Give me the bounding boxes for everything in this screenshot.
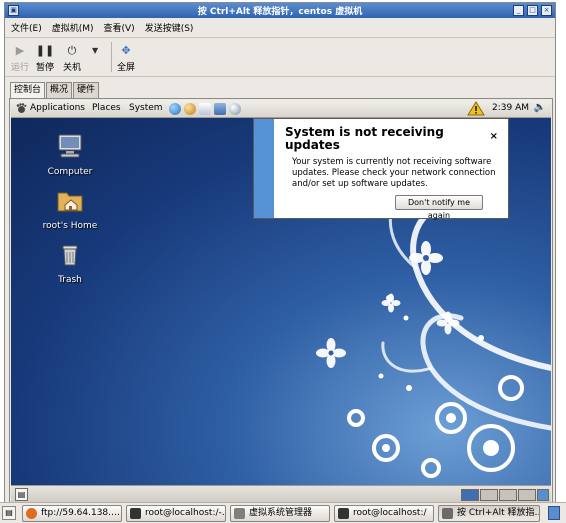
desktop-icon-label: root's Home — [42, 221, 98, 231]
view-tabs: 控制台 概况 硬件 — [10, 82, 100, 98]
toolbar-separator — [111, 42, 112, 72]
console-frame: Applications Places System 2:39 AM 🔈 Com… — [9, 98, 553, 504]
desktop-icon-computer[interactable]: Computer — [35, 132, 105, 177]
computer-icon — [58, 134, 82, 158]
pause-icon: ❚❚ — [35, 44, 55, 57]
menu-file[interactable]: 文件(E) — [11, 21, 42, 34]
close-button[interactable]: × — [541, 5, 552, 16]
firefox-icon — [26, 508, 37, 519]
trash-icon — [62, 245, 78, 266]
workspace-2[interactable] — [480, 489, 498, 501]
notification-title: System is not receiving updates — [285, 125, 444, 152]
virt-manager-icon — [234, 508, 245, 519]
home-folder-icon — [57, 192, 83, 212]
vm-window: ▣ 按 Ctrl+Alt 释放指针，centos 虚拟机 _ □ × 文件(E)… — [4, 2, 556, 520]
guest-desktop[interactable]: Computer root's Home Trash System is not… — [11, 118, 551, 485]
shutdown-button[interactable]: ⏻ 关机 — [59, 42, 85, 73]
workspace-3[interactable] — [499, 489, 517, 501]
desktop-icon-label: Computer — [47, 167, 93, 177]
tab-console[interactable]: 控制台 — [10, 82, 46, 98]
guest-bottom-panel: ▤ — [11, 485, 551, 503]
tab-hardware[interactable]: 硬件 — [73, 82, 100, 98]
desktop-icon-home[interactable]: root's Home — [35, 186, 105, 231]
terminal-icon — [338, 508, 349, 519]
shutdown-dropdown-icon[interactable]: ▼ — [92, 46, 98, 55]
toolbar: ▶ 运行 ❚❚ 暂停 ⏻ 关机 ▼ ✥ 全屏 — [5, 37, 555, 77]
update-warning-icon[interactable] — [467, 101, 485, 116]
dont-notify-button[interactable]: Don't notify me again — [395, 195, 483, 220]
vm-console-icon — [442, 508, 453, 519]
menu-bar: 文件(E) 虚拟机(M) 查看(V) 发送按键(S) — [5, 19, 555, 35]
window-title: 按 Ctrl+Alt 释放指针，centos 虚拟机 — [197, 7, 363, 17]
fullscreen-button[interactable]: ✥ 全屏 — [113, 42, 139, 73]
notification-close-button[interactable]: × — [490, 131, 498, 142]
menu-vm[interactable]: 虚拟机(M) — [52, 21, 94, 34]
taskbar-item-virt-manager[interactable]: 虚拟系统管理器 — [230, 505, 330, 522]
update-notification: System is not receiving updates × Your s… — [253, 118, 509, 220]
minimize-button[interactable]: _ — [513, 5, 524, 16]
host-taskbar: ▤ ftp://59.64.138.… root@localhost:/-… 虚… — [0, 502, 566, 523]
guest-menu-system[interactable]: System — [129, 103, 163, 113]
guest-trash-applet[interactable] — [537, 489, 549, 501]
notes-launcher-icon[interactable] — [214, 103, 226, 115]
tab-overview[interactable]: 概况 — [46, 82, 73, 98]
taskbar-item-ftp[interactable]: ftp://59.64.138.… — [22, 505, 122, 522]
mail-launcher-icon[interactable] — [184, 103, 196, 115]
terminal-launcher-icon[interactable] — [229, 103, 241, 115]
menu-send-key[interactable]: 发送按键(S) — [145, 21, 194, 34]
guest-menu-places[interactable]: Places — [92, 103, 121, 113]
notification-body: Your system is currently not receiving s… — [292, 157, 496, 189]
menu-view[interactable]: 查看(V) — [104, 21, 135, 34]
show-desktop-icon[interactable]: ▤ — [15, 488, 28, 501]
desktop-icon-trash[interactable]: Trash — [35, 240, 105, 285]
guest-menu-applications[interactable]: Applications — [30, 103, 85, 113]
host-workspace-switcher[interactable] — [548, 506, 560, 520]
terminal-icon — [130, 508, 141, 519]
maximize-button[interactable]: □ — [527, 5, 538, 16]
volume-icon[interactable]: 🔈 — [534, 102, 546, 113]
play-icon: ▶ — [15, 44, 25, 57]
workspace-4[interactable] — [518, 489, 536, 501]
host-show-desktop-icon[interactable]: ▤ — [2, 506, 16, 520]
run-button[interactable]: ▶ 运行 — [7, 42, 33, 73]
editor-launcher-icon[interactable] — [199, 103, 211, 115]
fullscreen-icon: ✥ — [121, 44, 131, 57]
desktop-icon-label: Trash — [58, 275, 82, 285]
title-bar[interactable]: ▣ 按 Ctrl+Alt 释放指针，centos 虚拟机 _ □ × — [5, 3, 555, 18]
gnome-foot-icon[interactable] — [16, 103, 27, 114]
power-icon: ⏻ — [67, 44, 77, 57]
workspace-1[interactable] — [461, 489, 479, 501]
taskbar-item-terminal-1[interactable]: root@localhost:/-… — [126, 505, 226, 522]
guest-top-panel: Applications Places System 2:39 AM 🔈 — [11, 100, 551, 118]
taskbar-item-vm-console[interactable]: 按 Ctrl+Alt 释放指… — [438, 505, 540, 522]
browser-launcher-icon[interactable] — [169, 103, 181, 115]
notification-stripe — [254, 119, 274, 218]
taskbar-item-terminal-2[interactable]: root@localhost:/ — [334, 505, 434, 522]
pause-button[interactable]: ❚❚ 暂停 — [32, 42, 58, 73]
guest-clock[interactable]: 2:39 AM — [492, 103, 529, 113]
